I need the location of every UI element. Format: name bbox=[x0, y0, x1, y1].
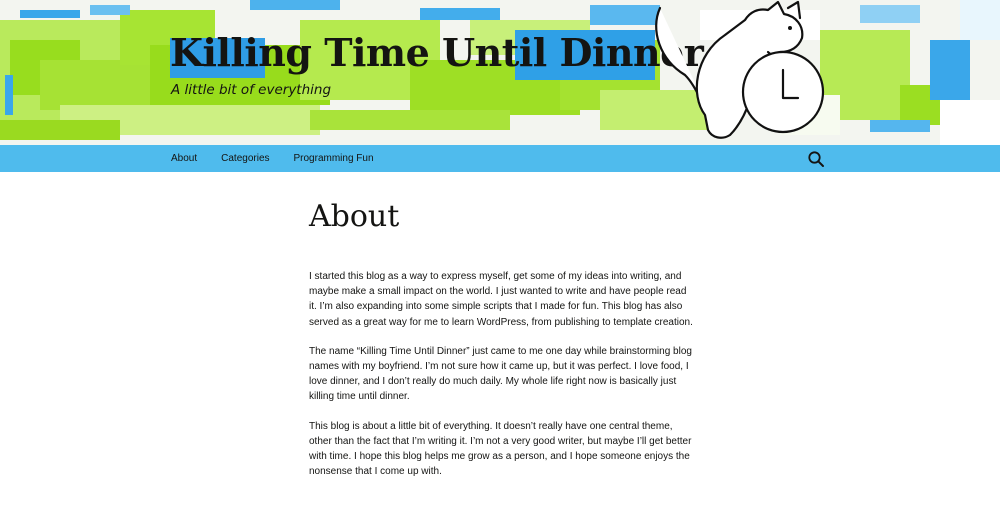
nav-item-programming-fun[interactable]: Programming Fun bbox=[294, 145, 374, 172]
nav-menu: About Categories Programming Fun bbox=[171, 145, 398, 172]
site-tagline: A little bit of everything bbox=[171, 82, 332, 98]
paragraph: The name “Killing Time Until Dinner” jus… bbox=[309, 345, 692, 403]
nav-item-about[interactable]: About bbox=[171, 145, 197, 172]
site-title[interactable]: Killing Time Until Dinner bbox=[170, 30, 704, 75]
entry-content: I started this blog as a way to express … bbox=[309, 269, 694, 479]
search-icon bbox=[808, 151, 824, 167]
page-content: About I started this blog as a way to ex… bbox=[309, 198, 694, 493]
paragraph: I started this blog as a way to express … bbox=[309, 271, 693, 328]
cat-clock-logo bbox=[655, 0, 825, 139]
paragraph: This blog is about a little bit of every… bbox=[309, 420, 692, 478]
site-header: Killing Time Until Dinner A little bit o… bbox=[0, 0, 1000, 145]
nav-item-categories[interactable]: Categories bbox=[221, 145, 269, 172]
main-navigation: About Categories Programming Fun bbox=[0, 145, 1000, 172]
page-title: About bbox=[309, 199, 400, 234]
search-button[interactable] bbox=[807, 150, 825, 168]
